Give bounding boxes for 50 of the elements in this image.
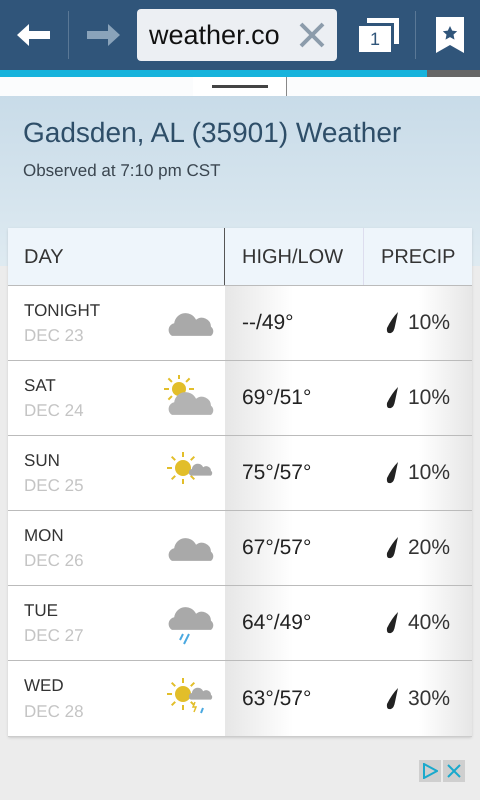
bookmark-button[interactable] — [436, 17, 464, 53]
observed-time: Observed at 7:10 pm CST — [23, 160, 222, 182]
day-name: SUN — [24, 450, 61, 472]
close-icon — [447, 764, 461, 778]
url-text: weather.co — [149, 18, 280, 52]
high-low-temp: 75°/57° — [242, 460, 312, 486]
day-date: DEC 27 — [24, 625, 84, 647]
back-arrow-icon — [17, 24, 51, 46]
day-name: WED — [24, 675, 65, 697]
tabs-button[interactable]: 1 — [359, 18, 399, 52]
forward-arrow-icon — [86, 24, 120, 46]
column-header: PRECIP — [380, 244, 456, 270]
day-date: DEC 28 — [24, 700, 84, 722]
precip-chance: 10% — [408, 460, 450, 486]
precip-chance: 20% — [408, 535, 450, 562]
day-date: DEC 25 — [24, 475, 84, 497]
precip-chance: 40% — [408, 610, 450, 636]
precip-chance: 10% — [408, 310, 450, 336]
ad-close-button[interactable] — [443, 760, 465, 782]
clear-button[interactable] — [299, 22, 325, 48]
raindrop-icon — [386, 537, 398, 559]
page-title: Gadsden, AL (35901) Weather — [23, 116, 402, 150]
high-low-temp: 64°/49° — [242, 610, 312, 636]
raindrop-icon — [386, 312, 398, 334]
pull-handle[interactable] — [193, 77, 287, 96]
day-name: TONIGHT — [24, 300, 100, 322]
play-icon — [422, 763, 438, 779]
column-header: HIGH/LOW — [225, 228, 364, 285]
ad-info-button[interactable] — [419, 760, 441, 782]
column-header: DAY — [8, 228, 225, 285]
day-date: DEC 23 — [24, 325, 85, 347]
url-field[interactable]: weather.co — [137, 9, 337, 61]
day-date: DEC 24 — [24, 400, 84, 422]
raindrop-icon — [386, 387, 398, 409]
high-low-temp: 63°/57° — [242, 686, 312, 712]
bookmark-star-icon — [436, 17, 464, 53]
high-low-temp: 67°/57° — [242, 535, 312, 562]
day-name: MON — [24, 524, 65, 546]
precip-chance: 10% — [408, 385, 450, 412]
close-icon — [299, 22, 325, 48]
precip-chance: 30% — [408, 686, 450, 712]
raindrop-icon — [386, 462, 398, 484]
day-name: SAT — [24, 374, 57, 396]
day-name: TUE — [24, 600, 59, 622]
raindrop-icon — [386, 612, 398, 634]
tab-count: 1 — [359, 26, 391, 52]
raindrop-icon — [386, 688, 398, 710]
day-date: DEC 26 — [24, 550, 84, 572]
high-low-temp: 69°/51° — [242, 385, 312, 412]
high-low-temp: --/49° — [242, 310, 294, 336]
